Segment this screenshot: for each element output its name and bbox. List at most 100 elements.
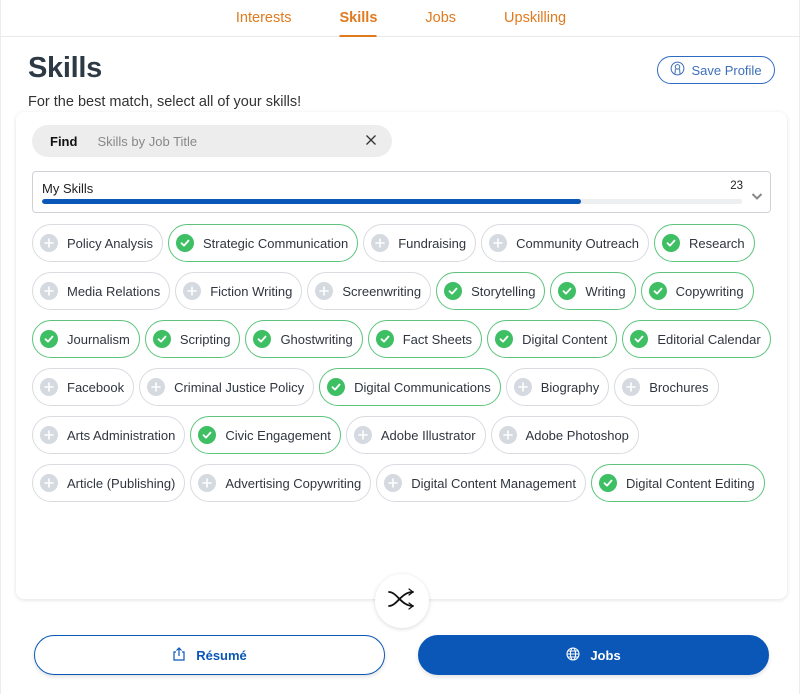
skill-chip[interactable]: Digital Content Management	[376, 464, 586, 502]
skill-chip[interactable]: Copywriting	[640, 272, 754, 310]
skill-chip-label: Community Outreach	[516, 235, 639, 251]
plus-circle-icon	[353, 426, 372, 444]
page: Interests Skills Jobs Upskilling Skills …	[0, 0, 800, 694]
skill-chip-label: Digital Content Management	[411, 475, 576, 491]
skill-chip[interactable]: Digital Content	[487, 320, 618, 358]
skill-chip[interactable]: Digital Communications	[319, 368, 501, 406]
chevron-down-icon	[751, 188, 763, 200]
tab-jobs[interactable]: Jobs	[401, 0, 480, 36]
skill-chip[interactable]: Fiction Writing	[175, 272, 303, 310]
check-circle-icon	[444, 282, 463, 300]
skill-chip-label: Digital Content	[522, 331, 608, 347]
check-circle-icon	[152, 330, 171, 348]
skill-chip[interactable]: Storytelling	[436, 272, 546, 310]
plus-circle-icon	[40, 378, 58, 396]
skill-chip[interactable]: Fact Sheets	[367, 320, 483, 358]
close-icon[interactable]	[364, 133, 378, 147]
skill-chip-label: Criminal Justice Policy	[174, 379, 305, 395]
skill-chip[interactable]: Digital Content Editing	[590, 464, 765, 502]
skill-chip-label: Article (Publishing)	[67, 475, 176, 491]
upload-icon	[172, 646, 186, 664]
skill-chip-label: Brochures	[649, 379, 709, 395]
skill-chip-label: Digital Content Editing	[625, 475, 755, 491]
check-circle-icon	[648, 282, 667, 300]
skill-chip[interactable]: Fundraising	[363, 224, 477, 262]
user-circle-icon	[670, 61, 685, 79]
top-nav: Interests Skills Jobs Upskilling	[1, 0, 800, 37]
skill-chip[interactable]: Adobe Illustrator	[345, 416, 486, 454]
check-circle-icon	[40, 330, 58, 348]
globe-icon	[566, 646, 580, 664]
jobs-button[interactable]: Jobs	[418, 635, 769, 675]
skill-chip-label: Adobe Illustrator	[380, 427, 476, 443]
tab-skills[interactable]: Skills	[316, 0, 402, 36]
skill-chip[interactable]: Adobe Photoshop	[490, 416, 639, 454]
skill-chip-label: Research	[688, 235, 745, 251]
skill-chip[interactable]: Media Relations	[32, 272, 171, 310]
tab-upskilling[interactable]: Upskilling	[480, 0, 590, 36]
skill-chip-label: Media Relations	[67, 283, 161, 299]
skill-chip-label: Ghostwriting	[280, 331, 353, 347]
skill-chip-label: Policy Analysis	[67, 235, 153, 251]
find-skills-input[interactable]	[97, 133, 338, 149]
skill-chip-label: Facebook	[67, 379, 125, 395]
skill-chip-label: Scripting	[179, 331, 231, 347]
find-bar: Find	[32, 125, 392, 157]
skill-chip-label: Fiction Writing	[210, 283, 293, 299]
skill-chip[interactable]: Criminal Justice Policy	[139, 368, 315, 406]
skill-chip-label: Fundraising	[398, 235, 467, 251]
resume-button[interactable]: Résumé	[34, 635, 385, 675]
shuffle-icon	[387, 587, 417, 616]
skill-chip-label: Fact Sheets	[402, 331, 473, 347]
save-profile-button[interactable]: Save Profile	[657, 56, 775, 84]
plus-circle-icon	[40, 234, 58, 252]
page-title: Skills	[28, 52, 102, 84]
plus-circle-icon	[513, 378, 532, 396]
jobs-label: Jobs	[590, 647, 621, 663]
skill-chip[interactable]: Article (Publishing)	[32, 464, 186, 502]
skill-chip[interactable]: Policy Analysis	[32, 224, 163, 262]
plus-circle-icon	[40, 474, 58, 492]
skill-chip-label: Screenwriting	[342, 283, 422, 299]
check-circle-icon	[630, 330, 649, 348]
plus-circle-icon	[147, 378, 166, 396]
skill-chip[interactable]: Writing	[550, 272, 636, 310]
check-circle-icon	[495, 330, 514, 348]
resume-label: Résumé	[196, 647, 247, 663]
skill-chip-label: Civic Engagement	[225, 427, 331, 443]
skill-chip-label: Arts Administration	[67, 427, 176, 443]
skill-chip-label: Copywriting	[675, 283, 744, 299]
skill-chip-label: Editorial Calendar	[657, 331, 761, 347]
shuffle-button[interactable]	[375, 574, 429, 628]
skill-chip[interactable]: Scripting	[144, 320, 241, 358]
my-skills-count: 23	[730, 180, 743, 192]
skill-chip[interactable]: Screenwriting	[307, 272, 432, 310]
plus-circle-icon	[40, 282, 58, 300]
skill-chip[interactable]: Editorial Calendar	[622, 320, 771, 358]
skill-chip[interactable]: Biography	[505, 368, 610, 406]
skill-chip[interactable]: Advertising Copywriting	[190, 464, 372, 502]
skills-chip-list: Policy Analysis Strategic Communication Fu…	[32, 224, 777, 502]
skill-chip[interactable]: Ghostwriting	[245, 320, 363, 358]
skill-chip-label: Storytelling	[471, 283, 536, 299]
check-circle-icon	[327, 378, 346, 396]
my-skills-dropdown[interactable]: My Skills 23	[32, 171, 771, 213]
plus-circle-icon	[315, 282, 334, 300]
skill-chip[interactable]: Research	[653, 224, 755, 262]
skill-chip[interactable]: Community Outreach	[481, 224, 649, 262]
my-skills-progress-fill	[42, 199, 581, 204]
page-subtitle: For the best match, select all of your s…	[28, 94, 302, 110]
skill-chip[interactable]: Facebook	[32, 368, 135, 406]
check-circle-icon	[661, 234, 680, 252]
skill-chip[interactable]: Arts Administration	[32, 416, 186, 454]
skill-chip[interactable]: Journalism	[32, 320, 140, 358]
skill-chip[interactable]: Brochures	[614, 368, 719, 406]
skill-chip[interactable]: Strategic Communication	[167, 224, 359, 262]
skill-chip[interactable]: Civic Engagement	[190, 416, 341, 454]
tab-interests[interactable]: Interests	[212, 0, 316, 36]
plus-circle-icon	[384, 474, 403, 492]
my-skills-progress	[42, 199, 742, 204]
skill-chip-label: Biography	[540, 379, 600, 395]
plus-circle-icon	[371, 234, 390, 252]
skill-chip-label: Advertising Copywriting	[225, 475, 362, 491]
